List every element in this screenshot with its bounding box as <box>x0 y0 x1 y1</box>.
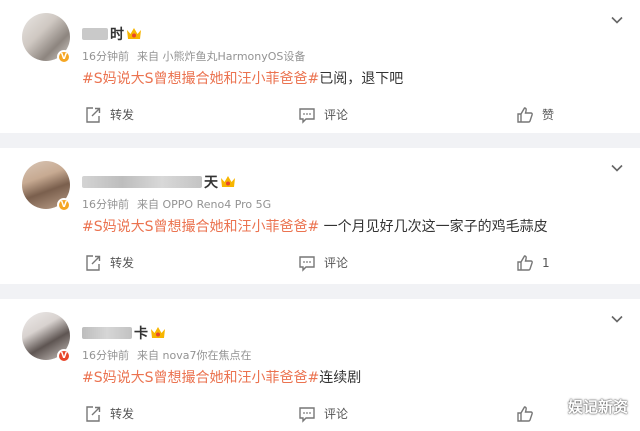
action-bar: 转发 评论 <box>0 405 640 425</box>
comment-button[interactable]: 评论 <box>298 254 348 272</box>
vip-crown-icon <box>127 28 141 39</box>
comment-card: V 天 16分钟前 来自 OPPO Reno4 Pro 5G #S妈说大S曾想撮合… <box>0 148 640 284</box>
vip-crown-icon <box>151 327 165 338</box>
action-bar: 转发 评论 赞 <box>0 106 640 126</box>
like-button[interactable]: 赞 <box>516 106 554 124</box>
vip-crown-icon <box>221 176 235 187</box>
like-button[interactable] <box>516 405 542 423</box>
chevron-down-icon[interactable] <box>610 13 624 27</box>
post-meta: 16分钟前 来自 小熊炸鱼丸HarmonyOS设备 <box>82 50 306 63</box>
repost-button[interactable]: 转发 <box>84 106 134 124</box>
user-name[interactable]: 时 <box>82 26 142 43</box>
comment-card: V 卡 16分钟前 来自 nova7你在焦点在 #S妈说大S曾想撮合她和汪小菲爸爸… <box>0 299 640 431</box>
repost-button[interactable]: 转发 <box>84 254 134 272</box>
hashtag-link[interactable]: #S妈说大S曾想撮合她和汪小菲爸爸# <box>82 219 319 235</box>
comment-text: #S妈说大S曾想撮合她和汪小菲爸爸#已阅，退下吧 <box>82 71 404 87</box>
hashtag-link[interactable]: #S妈说大S曾想撮合她和汪小菲爸爸# <box>82 370 319 386</box>
chevron-down-icon[interactable] <box>610 161 624 175</box>
repost-icon <box>86 255 101 271</box>
comment-button[interactable]: 评论 <box>298 106 348 124</box>
hashtag-link[interactable]: #S妈说大S曾想撮合她和汪小菲爸爸# <box>82 71 319 87</box>
post-meta: 16分钟前 来自 nova7你在焦点在 <box>82 349 252 362</box>
repost-button[interactable]: 转发 <box>84 405 134 423</box>
repost-icon <box>86 406 101 422</box>
thumbs-up-icon <box>517 255 533 271</box>
comment-icon <box>299 407 315 423</box>
like-count: 1 <box>542 256 550 270</box>
verified-badge-icon: V <box>57 50 71 64</box>
watermark: 娱记新资 <box>567 398 628 416</box>
verified-badge-icon: V <box>57 349 71 363</box>
chevron-down-icon[interactable] <box>610 312 624 326</box>
post-meta: 16分钟前 来自 OPPO Reno4 Pro 5G <box>82 198 272 211</box>
comment-text: #S妈说大S曾想撮合她和汪小菲爸爸# 一个月见好几次这一家子的鸡毛蒜皮 <box>82 219 548 235</box>
thumbs-up-icon <box>517 107 533 123</box>
repost-icon <box>86 107 101 123</box>
comment-card: V 时 16分钟前 来自 小熊炸鱼丸HarmonyOS设备 #S妈说大S曾想撮合她… <box>0 0 640 133</box>
user-name[interactable]: 卡 <box>82 325 166 342</box>
comment-icon <box>299 108 315 124</box>
comment-button[interactable]: 评论 <box>298 405 348 423</box>
user-name[interactable]: 天 <box>82 174 236 191</box>
comment-icon <box>299 256 315 272</box>
thumbs-up-icon <box>517 406 533 422</box>
verified-badge-icon: V <box>57 198 71 212</box>
action-bar: 转发 评论 1 <box>0 254 640 274</box>
like-button[interactable]: 1 <box>516 254 550 272</box>
comment-text: #S妈说大S曾想撮合她和汪小菲爸爸#连续剧 <box>82 370 362 386</box>
